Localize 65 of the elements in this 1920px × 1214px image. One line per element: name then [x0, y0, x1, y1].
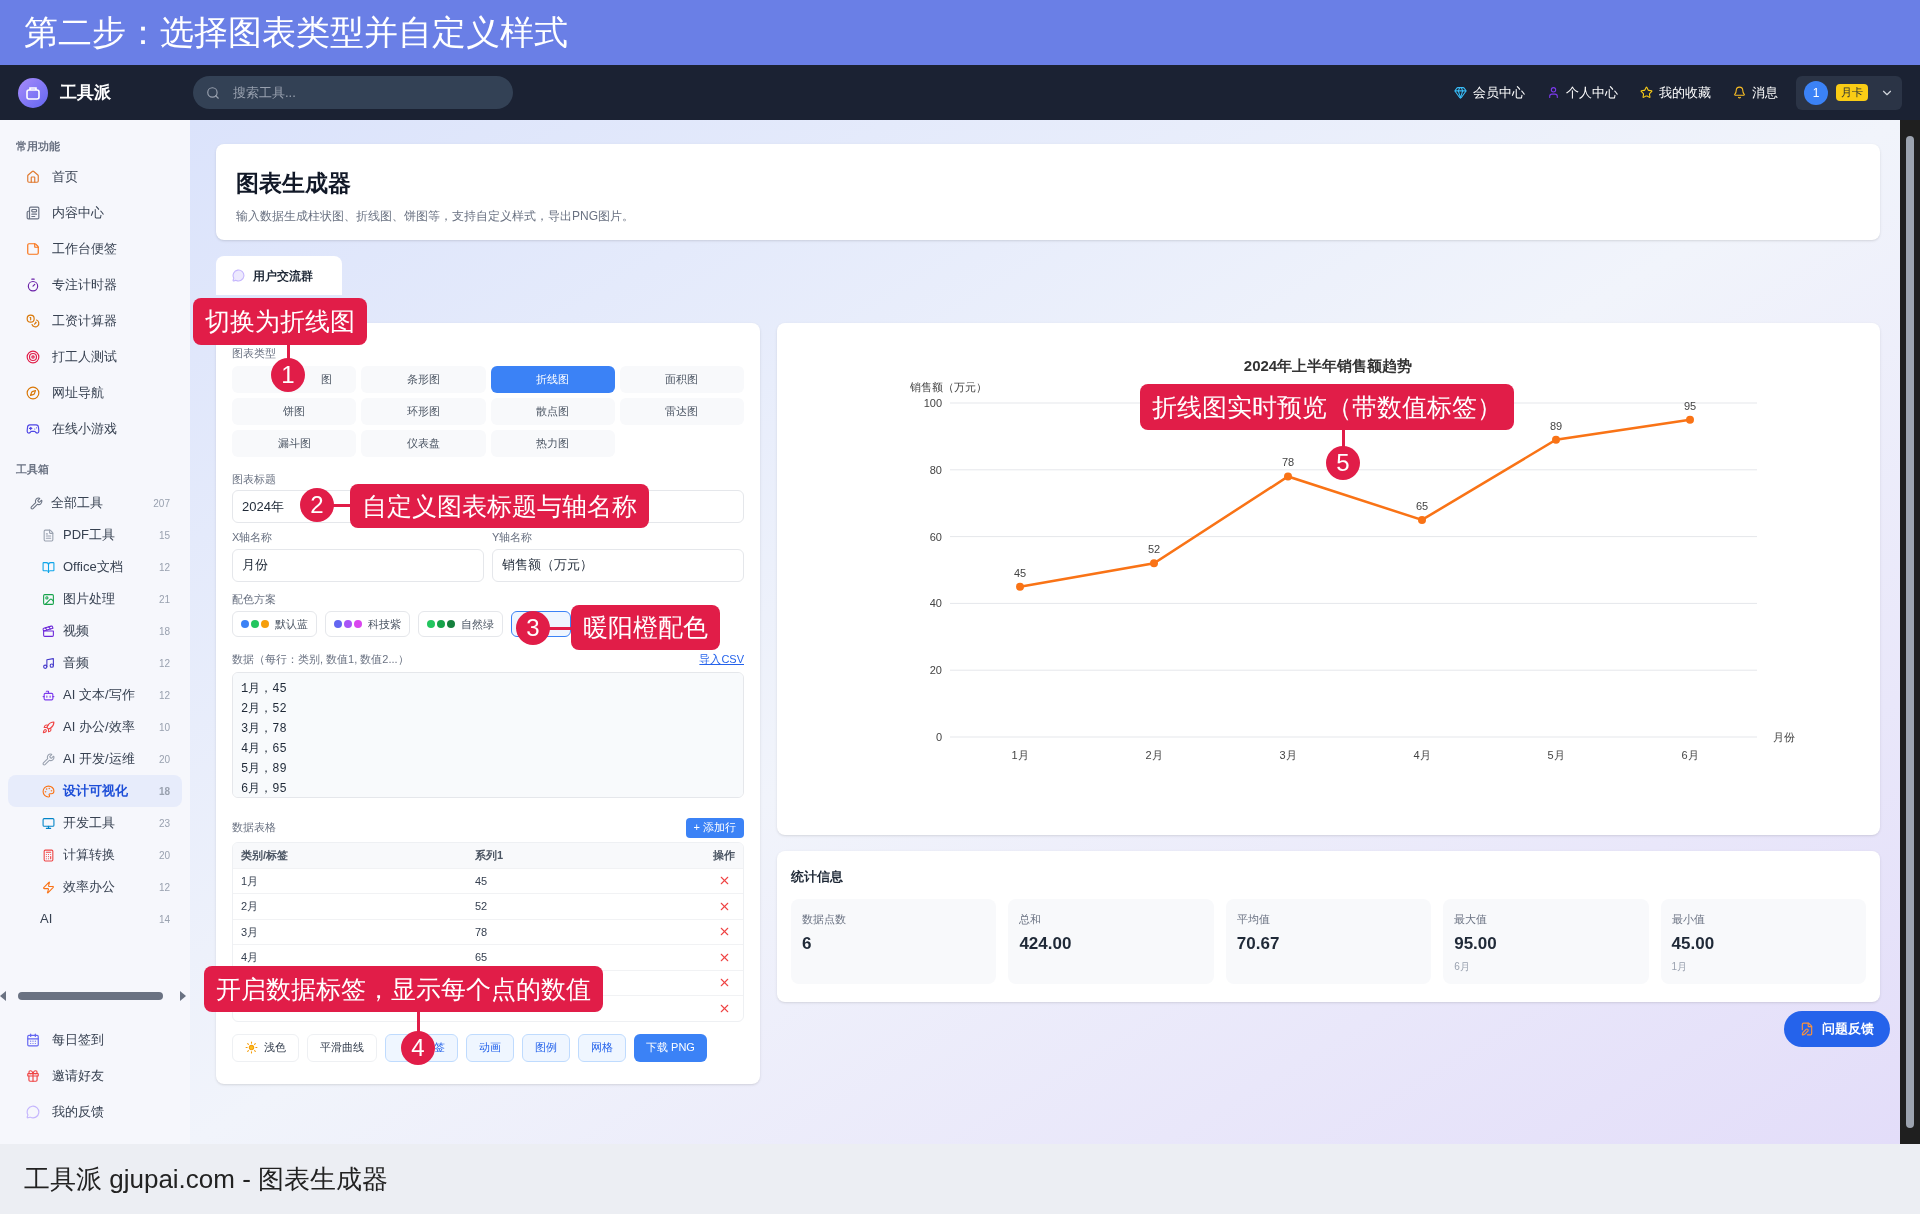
stat-value: 70.67 [1236, 933, 1281, 955]
stat-value: 95.00 [1454, 933, 1498, 955]
table-cell-text: 3月 [241, 924, 260, 940]
membership-badge: 月卡 [1836, 84, 1868, 101]
page-subtitle: 输入数据生成柱状图、折线图、饼图等，支持自定义样式，导出PNG图片。 [236, 207, 635, 225]
section-title: 常用功能 [16, 139, 61, 154]
callout-tooltip: 切换为折线图 [193, 298, 367, 345]
data-label: 95 [1683, 399, 1697, 412]
y-axis-title: 销售额（万元） [910, 381, 987, 393]
field-label: 配色方案 [232, 591, 277, 607]
user-avatar: 1 [1804, 80, 1828, 105]
stat-label: 总和 [1019, 911, 1043, 927]
column-header: 类别/标签 [241, 847, 290, 863]
table-cell-text: 78 [475, 924, 489, 940]
column-header: 系列1 [475, 847, 505, 863]
data-label: 45 [1013, 566, 1027, 579]
stat-value: 6 [802, 933, 813, 955]
table-cell-text: 65 [475, 950, 489, 965]
x-tick-label: 6月 [1681, 749, 1699, 761]
callout-tooltip: 暖阳橙配色 [571, 605, 720, 650]
page-title: 图表生成器 [236, 169, 352, 198]
data-label: 65 [1415, 499, 1429, 512]
x-tick-label: 2月 [1145, 749, 1163, 761]
table-cell-text: 1月 [241, 873, 260, 889]
stat-note: 6月 [1454, 959, 1471, 974]
y-tick-label: 0 [935, 731, 942, 743]
stat-label: 最大值 [1454, 911, 1489, 927]
stat-label: 数据点数 [802, 911, 847, 927]
x-tick-label: 3月 [1279, 749, 1297, 761]
y-tick-label: 60 [929, 530, 942, 543]
x-tick-label: 4月 [1413, 749, 1431, 761]
y-tick-label: 20 [929, 664, 942, 677]
stat-note: 1月 [1671, 959, 1689, 974]
stats-title: 统计信息 [791, 868, 844, 886]
callout-tooltip: 开启数据标签，显示每个点的数值 [204, 966, 603, 1012]
chart-title: 2024年上半年销售额趋势 [1243, 357, 1413, 374]
field-label: 数据（每行：类别, 数值1, 数值2...） [232, 652, 409, 667]
footer-caption: 工具派 gjupai.com - 图表生成器 [24, 1162, 389, 1196]
table-cell-text: 52 [475, 899, 489, 914]
table-cell-text: 45 [475, 873, 489, 889]
stat-value: 45.00 [1671, 933, 1716, 955]
callout-tooltip: 折线图实时预览（带数值标签） [1140, 384, 1514, 430]
field-label: 图表标题 [232, 471, 277, 487]
section-title: 工具箱 [16, 461, 50, 477]
data-label: 52 [1147, 543, 1161, 556]
data-label: 89 [1549, 419, 1563, 432]
x-tick-label: 5月 [1547, 749, 1565, 761]
banner-title: 第二步：选择图表类型并自定义样式 [24, 12, 568, 53]
table-cell-text: 4月 [241, 950, 260, 965]
y-tick-label: 100 [923, 397, 942, 409]
stat-label: 最小值 [1671, 911, 1706, 927]
callout-tooltip: 自定义图表标题与轴名称 [350, 484, 649, 528]
field-label: X轴名称 [232, 530, 274, 545]
data-label: 78 [1281, 456, 1295, 469]
stat-label: 平均值 [1236, 911, 1271, 927]
table-cell-text: 2月 [241, 899, 260, 914]
field-label: 数据表格 [232, 820, 276, 836]
field-label: Y轴名称 [492, 530, 534, 545]
field-label: 图表类型 [232, 346, 276, 361]
x-tick-label: 1月 [1011, 749, 1029, 761]
column-header: 操作 [713, 847, 735, 863]
y-tick-label: 80 [929, 463, 942, 476]
stat-value: 424.00 [1019, 933, 1073, 955]
x-axis-title: 月份 [1773, 731, 1795, 743]
y-tick-label: 40 [929, 597, 942, 610]
